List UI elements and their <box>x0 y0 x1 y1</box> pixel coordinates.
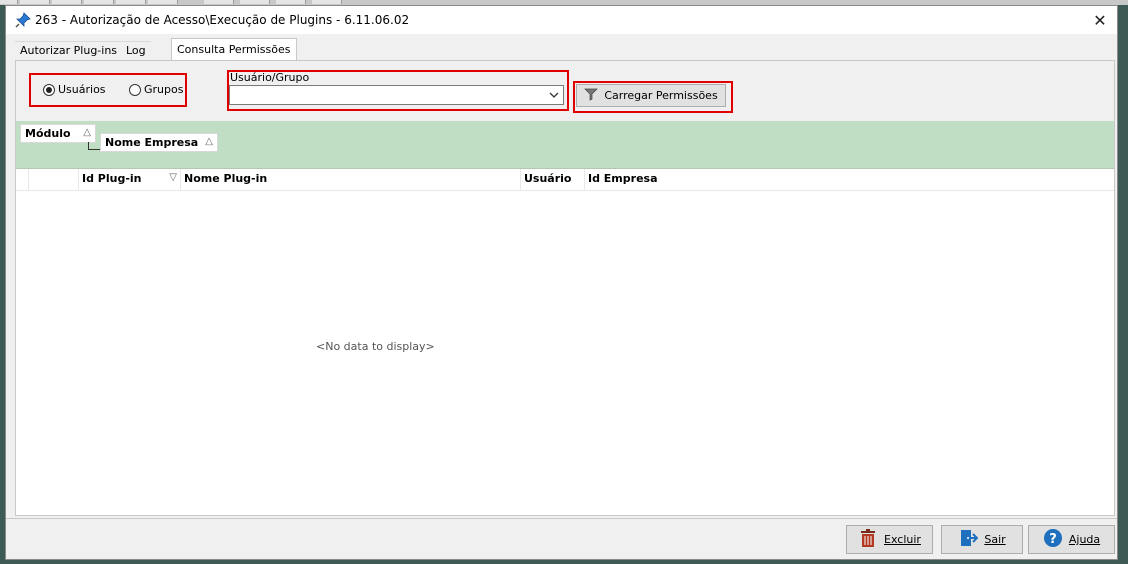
empty-grid-message: <No data to display> <box>316 340 435 353</box>
col-indent-2 <box>28 169 78 191</box>
col-nome-plugin-label: Nome Plug-in <box>184 172 268 185</box>
group-chip-modulo[interactable]: Módulo △ <box>20 124 96 143</box>
tab-content: Usuários Grupos Usuário/Grupo Carregar P… <box>15 60 1115 516</box>
col-indent <box>16 169 28 191</box>
exit-label: Sair <box>984 533 1006 546</box>
group-by-panel: Módulo △ Nome Empresa △ <box>16 121 1114 169</box>
delete-button[interactable]: Excluir <box>846 525 933 554</box>
column-header-row: Id Plug-in ▽ Nome Plug-in Usuário Id Emp… <box>16 169 1114 191</box>
user-group-label: Usuário/Grupo <box>230 71 310 84</box>
col-usuario[interactable]: Usuário <box>520 169 584 191</box>
user-type-radio-group: Usuários Grupos <box>29 73 187 107</box>
tab-autorizar-plugins[interactable]: Autorizar Plug-ins <box>15 41 123 60</box>
filter-icon <box>584 87 599 104</box>
col-id-empresa-label: Id Empresa <box>588 172 658 185</box>
tab-strip: Autorizar Plug-ins Log Consulta Permissõ… <box>15 38 1115 61</box>
col-id-plugin-label: Id Plug-in <box>82 172 142 185</box>
col-id-empresa[interactable]: Id Empresa <box>584 169 1114 191</box>
load-permissions-button[interactable]: Carregar Permissões <box>576 84 726 107</box>
chevron-down-icon[interactable] <box>548 89 560 101</box>
col-nome-plugin[interactable]: Nome Plug-in <box>180 169 520 191</box>
help-label: Ajuda <box>1068 533 1101 546</box>
group-connector <box>88 142 100 150</box>
tab-log[interactable]: Log <box>121 41 151 60</box>
help-button[interactable]: ? Ajuda <box>1028 525 1115 554</box>
radio-users-label: Usuários <box>58 83 106 96</box>
delete-label: Excluir <box>884 533 921 546</box>
radio-groups[interactable]: Grupos <box>129 83 183 96</box>
exit-button[interactable]: Sair <box>941 525 1023 554</box>
sort-asc-icon: △ <box>205 136 213 147</box>
user-group-combo[interactable] <box>229 85 564 105</box>
group-chip-modulo-label: Módulo <box>25 127 71 140</box>
sort-asc-icon: △ <box>83 127 91 138</box>
footer-bar: Excluir Sair ? Ajuda <box>6 518 1117 559</box>
close-icon[interactable]: ✕ <box>1085 6 1115 34</box>
sort-desc-icon: ▽ <box>169 172 177 183</box>
trash-icon <box>858 528 878 551</box>
radio-groups-indicator[interactable] <box>129 83 141 96</box>
col-id-plugin[interactable]: Id Plug-in ▽ <box>78 169 180 191</box>
radio-groups-label: Grupos <box>144 83 184 96</box>
permissions-grid: Módulo △ Nome Empresa △ Id Plug-in ▽ Nom… <box>16 121 1114 515</box>
radio-users[interactable]: Usuários <box>43 83 106 96</box>
user-group-field: Usuário/Grupo <box>227 70 569 111</box>
help-icon: ? <box>1043 528 1063 551</box>
col-usuario-label: Usuário <box>524 172 572 185</box>
load-button-wrap: Carregar Permissões <box>573 81 733 113</box>
title-bar: 263 - Autorização de Acesso\Execução de … <box>6 6 1117 34</box>
window-title: 263 - Autorização de Acesso\Execução de … <box>35 13 410 27</box>
tab-consulta-permissoes[interactable]: Consulta Permissões <box>171 38 297 61</box>
pin-icon <box>15 12 31 28</box>
main-window: 263 - Autorização de Acesso\Execução de … <box>5 5 1118 560</box>
group-chip-nome-empresa-label: Nome Empresa <box>105 136 199 149</box>
exit-door-icon <box>958 528 979 551</box>
group-chip-nome-empresa[interactable]: Nome Empresa △ <box>100 133 218 152</box>
load-permissions-label: Carregar Permissões <box>604 89 718 102</box>
svg-text:?: ? <box>1049 532 1057 547</box>
filter-bar: Usuários Grupos Usuário/Grupo Carregar P… <box>16 61 1114 121</box>
radio-users-indicator[interactable] <box>43 83 55 96</box>
